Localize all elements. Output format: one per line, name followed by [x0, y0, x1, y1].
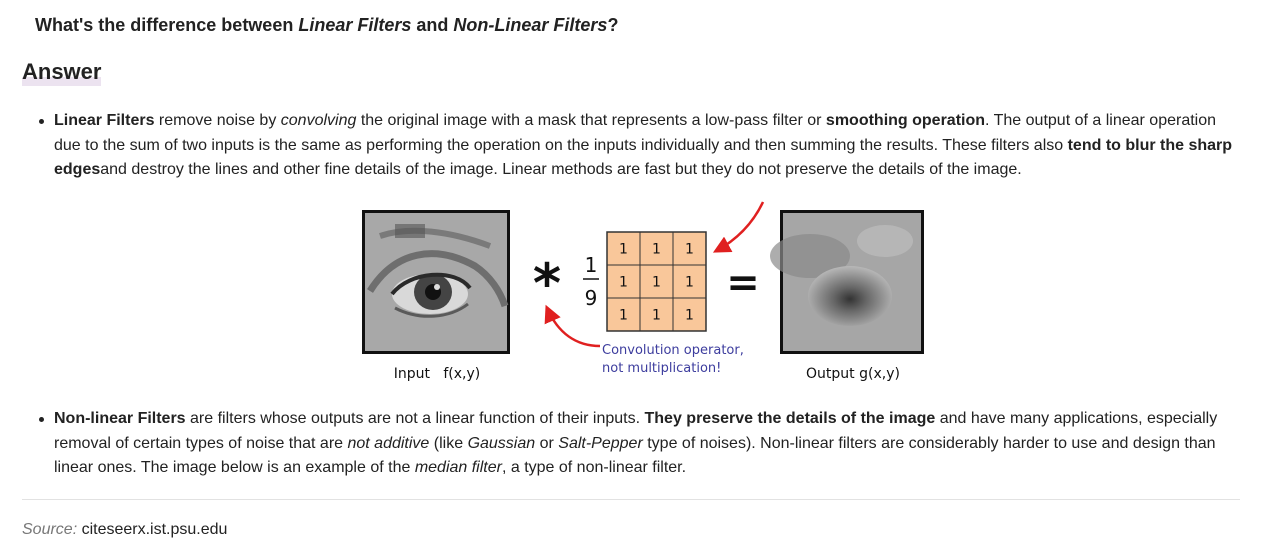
kernel-grid: 1 1 1 1 1 1 1 1 1 [606, 231, 707, 332]
kernel-value: 1 [619, 242, 628, 258]
divider [22, 499, 1240, 500]
kernel-pointer-arrow [712, 201, 765, 253]
output-label: Output g(x,y) [806, 366, 900, 382]
b1-text-2: the original image with a mask that repr… [356, 112, 826, 129]
term-nonlinear-filters: Non-linear Filters [54, 410, 186, 427]
convolution-figure: * 1 9 1 1 1 1 1 1 1 1 1 = Input f(x,y) Convoluti… [362, 201, 924, 382]
fraction-denominator: 9 [585, 286, 598, 310]
annotation-line-1: Convolution operator, [602, 343, 744, 358]
convolution-operator-symbol: * [533, 252, 561, 315]
term-convolving: convolving [280, 112, 357, 129]
term-smoothing-operation: smoothing operation [825, 112, 986, 129]
b2-text-3: (like [429, 434, 468, 452]
kernel-value: 1 [652, 242, 661, 258]
output-blurred-eye-image [770, 210, 924, 354]
input-label: Input f(x,y) [394, 366, 480, 382]
b2-text-1: are filters whose outputs are not a line… [185, 410, 645, 427]
question-heading: What's the difference between Linear Fil… [35, 15, 618, 36]
b1-text-4: and destroy the lines and other fine det… [100, 161, 1022, 178]
bullet-linear-filters: Linear Filters remove noise by convolvin… [39, 109, 1244, 183]
question-suffix: ? [607, 15, 619, 35]
equals-symbol: = [726, 260, 760, 306]
kernel-value: 1 [685, 275, 694, 291]
question-term-linear: Linear Filters [298, 15, 412, 35]
b1-text-1: remove noise by [154, 112, 281, 129]
term-preserve-details: They preserve the details of the image [644, 410, 936, 427]
term-not-additive: not additive [347, 434, 430, 452]
kernel-value: 1 [685, 242, 694, 258]
term-linear-filters: Linear Filters [54, 112, 155, 129]
kernel-value: 1 [619, 308, 628, 324]
input-eye-image [362, 210, 510, 354]
bullet-nonlinear-filters: Non-linear Filters are filters whose out… [39, 407, 1244, 481]
source-text: citeseerx.ist.psu.edu [77, 521, 228, 538]
term-median-filter: median filter [414, 459, 502, 476]
answer-heading: Answer [22, 59, 102, 86]
kernel-value: 1 [652, 275, 661, 291]
annotation-line-2: not multiplication! [602, 361, 721, 376]
question-prefix: What's the difference between [35, 15, 299, 35]
kernel-value: 1 [619, 275, 628, 291]
question-term-nonlinear: Non-Linear Filters [453, 15, 608, 35]
fraction-numerator: 1 [585, 253, 598, 277]
term-gaussian: Gaussian [467, 434, 536, 452]
b2-text-6: , a type of non-linear filter. [501, 459, 687, 476]
source-label: Source: [22, 521, 78, 538]
kernel-value: 1 [652, 308, 661, 324]
b2-text-4: or [535, 434, 559, 452]
term-salt-pepper: Salt-Pepper [558, 434, 643, 452]
source-line: Source: citeseerx.ist.psu.edu [22, 521, 227, 539]
kernel-value: 1 [685, 308, 694, 324]
question-middle: and [411, 15, 454, 35]
